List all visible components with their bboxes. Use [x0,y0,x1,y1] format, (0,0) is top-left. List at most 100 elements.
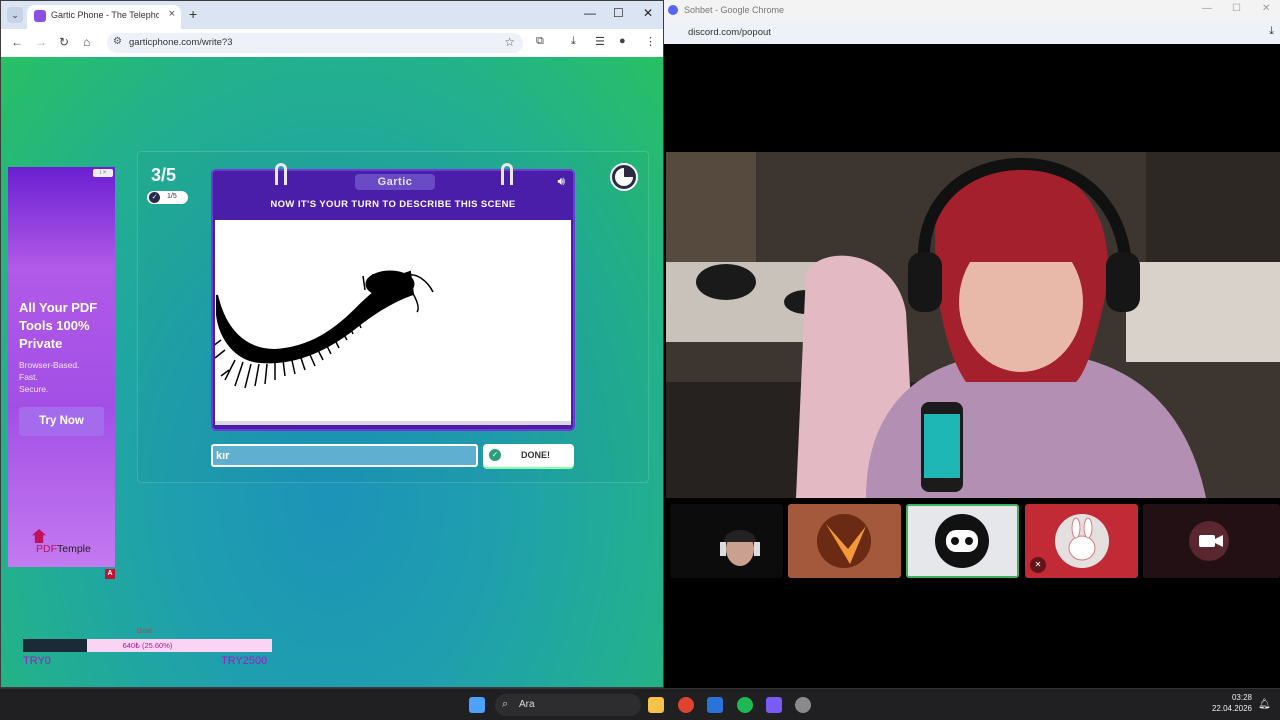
system-clock[interactable]: 03:28 22.04.2026 [1206,692,1252,714]
download-icon[interactable]: ⤓ [571,35,576,48]
window-close-icon[interactable]: ✕ [1262,3,1270,14]
game-browser-window: ⌄ Gartic Phone - The Telephone G × + — ☐… [0,0,664,688]
discord-titlebar: Sohbet - Google Chrome — ☐ ✕ [664,0,1280,21]
address-url: garticphone.com/write?3 [129,37,233,48]
participant-video [720,530,760,566]
bookmark-star-icon[interactable]: ☆ [504,35,515,49]
ad-subtext: Browser-Based. Fast. Secure. [19,359,79,395]
ad-brand: PDFTemple [36,543,91,555]
browser-toolbar: ← → ↻ ⌂ ⚙ garticphone.com/write?3 ☆ ⧉ ⤓ … [1,29,663,57]
clock-date: 22.04.2026 [1211,704,1252,713]
site-info-icon[interactable]: ⚙ [113,36,122,47]
tab-strip: ⌄ Gartic Phone - The Telephone G × + — ☐… [1,1,663,29]
submitted-badge: ✓ 1/5 [147,191,188,204]
tab-gartic-phone[interactable]: Gartic Phone - The Telephone G × [27,5,181,29]
muted-mic-icon: ✕ [1030,557,1046,573]
gartic-logo: Gartic [355,174,435,190]
participant-avatar [1189,521,1229,561]
goal-caption: Goal [137,628,152,635]
donation-goal-bar: 640₺ (25.60%) [23,639,272,652]
discord-window-title: Sohbet - Google Chrome [684,5,785,15]
submitted-count: 1/5 [167,193,177,200]
pdftemple-logo: PDFTemple [26,529,116,557]
done-label: DONE! [521,450,550,460]
download-icon[interactable]: ⤓ [1269,25,1274,38]
participant-tile-speaking[interactable] [906,504,1019,578]
pdf-ad-banner[interactable]: i × All Your PDF Tools 100% Private Brow… [8,167,115,567]
webcam-scene [666,152,1280,498]
turn-prompt: NOW IT'S YOUR TURN TO DESCRIBE THIS SCEN… [270,199,516,210]
back-arrow-icon[interactable]: ← [11,35,23,49]
maximize-icon[interactable]: ☐ [613,6,624,20]
ad-headline: All Your PDF Tools 100% Private [19,300,98,351]
participant-avatar [935,514,989,568]
minimize-icon[interactable]: — [584,6,596,20]
windows-taskbar: ⌕ Ara 03:28 22.04.2026 🔔︎ [0,688,1280,720]
app-icon[interactable] [766,697,782,713]
reload-icon[interactable]: ↻ [59,35,69,49]
taskbar-search-placeholder: Ara [519,699,535,710]
gartic-favicon-icon [34,10,46,22]
minimize-icon[interactable]: — [1202,3,1212,14]
tab-close-button[interactable]: × [169,8,175,20]
ad-choices-icon[interactable]: i × [93,169,113,177]
goal-progress-label: 640₺ (25.60%) [122,641,173,650]
discord-address-bar: discord.com/popout ⤓ [664,21,1280,44]
taskbar-search[interactable]: ⌕ Ara [495,694,641,716]
check-icon: ✓ [149,192,160,203]
timer-dial [615,168,633,186]
tab-search-icon[interactable]: ⌄ [7,7,23,23]
drawing-canvas [215,220,571,425]
obs-icon[interactable] [795,697,811,713]
clock-time: 03:28 [1231,693,1252,702]
participant-tile[interactable] [670,504,783,578]
home-icon[interactable]: ⌂ [83,35,90,49]
maximize-icon[interactable]: ☐ [1232,3,1241,14]
participant-avatar [817,514,871,568]
ad-subtext-line: Browser-Based. [19,360,80,370]
spotify-icon[interactable] [737,697,753,713]
goal-max-label: TRY2500 [221,655,268,667]
round-counter: 3/5 [151,165,177,185]
webcam-stream[interactable] [666,152,1280,498]
participant-tile[interactable] [788,504,901,578]
goal-min-label: TRY0 [23,655,51,667]
discord-logo-icon [946,530,978,552]
camera-icon [1199,535,1215,547]
extensions-icon[interactable]: ⧉ [536,35,544,48]
book-ring-icon [275,163,287,185]
answer-field[interactable] [211,444,478,467]
start-menu-icon[interactable] [469,697,485,713]
ad-brand-temple: Temple [57,543,91,555]
discord-popout-window: Sohbet - Google Chrome — ☐ ✕ discord.com… [664,0,1280,688]
forward-arrow-icon[interactable]: → [35,35,47,49]
window-close-icon[interactable]: ✕ [643,6,653,20]
answer-input[interactable] [216,448,471,463]
ad-brand-pdf: PDF [36,543,57,555]
ad-badge: A [105,569,115,579]
drawing-book: Gartic 🔊︎ NOW IT'S YOUR TURN TO DESCRIBE… [211,163,575,431]
file-explorer-icon[interactable] [648,697,664,713]
tab-title: Gartic Phone - The Telephone G [51,10,159,20]
done-check-icon: ✓ [489,449,501,461]
timer-icon [610,163,638,191]
speaker-icon[interactable]: 🔊︎ [557,174,565,189]
search-icon: ⌕ [502,698,509,710]
address-bar[interactable]: ⚙ garticphone.com/write?3 ☆ [107,33,523,53]
chrome-icon[interactable] [678,697,694,713]
ad-subtext-line: Fast. [19,372,38,382]
media-control-icon[interactable]: ☰ [595,35,605,48]
discord-favicon-icon [668,5,678,15]
centipede-drawing [215,270,434,389]
notification-bell-icon[interactable]: 🔔︎ [1258,699,1271,710]
participant-tile[interactable] [1143,504,1280,578]
done-button[interactable]: ✓ DONE! [483,444,574,467]
ad-try-now-button[interactable]: Try Now [19,407,104,436]
mail-icon[interactable] [707,697,723,713]
ad-subtext-line: Secure. [19,384,49,394]
discord-url: discord.com/popout [688,27,771,38]
participant-tile[interactable]: ✕ [1025,504,1138,578]
profile-avatar-icon[interactable]: ● [619,35,626,47]
new-tab-button[interactable]: + [189,6,197,22]
menu-dots-icon[interactable]: ⋮ [645,35,656,48]
